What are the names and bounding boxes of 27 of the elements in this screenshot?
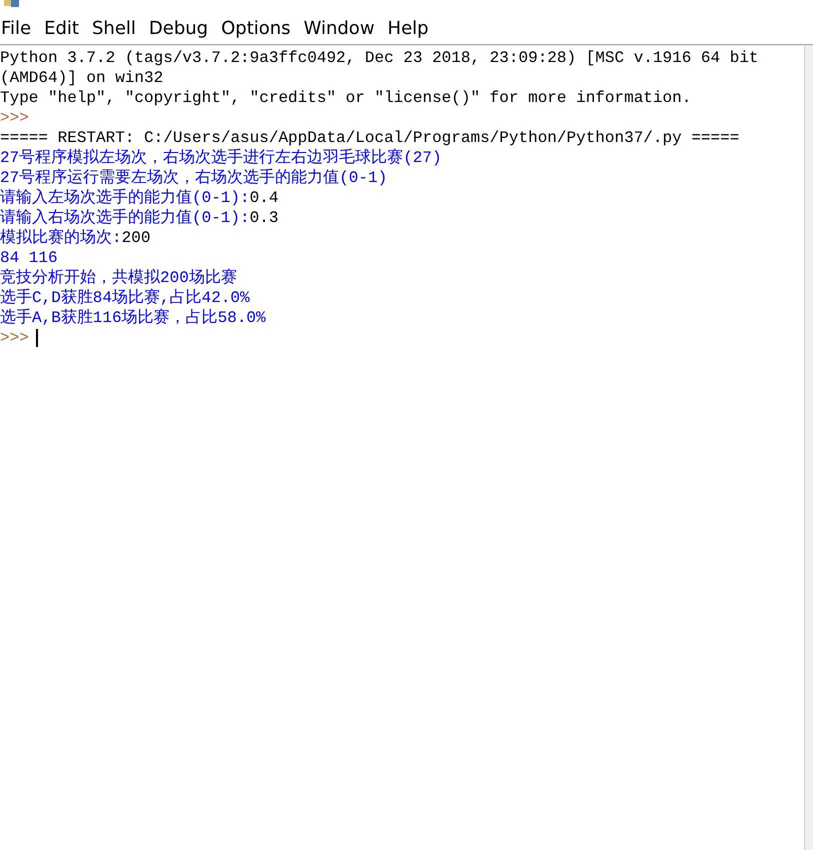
- app-icon: [3, 0, 21, 8]
- shell-line: Type "help", "copyright", "credits" or "license()" for more information.: [0, 88, 692, 108]
- menu-item[interactable]: Debug: [148, 18, 210, 38]
- shell-line: 模拟比赛的场次:: [0, 228, 122, 248]
- scrollbar[interactable]: [805, 46, 813, 850]
- shell-line: 请输入右场次选手的能力值(0-1):: [0, 208, 250, 228]
- shell-line: 选手C,D获胜84场比赛,占比42.0%: [0, 288, 250, 308]
- shell-line: ===== RESTART: C:/Users/asus/AppData/Local/Programs/Python/Python37/.py =====: [0, 128, 740, 148]
- menu-item[interactable]: Edit: [43, 18, 80, 38]
- typed-text: 0.4: [250, 188, 278, 208]
- menu-item[interactable]: Options: [220, 18, 292, 38]
- shell-line: 请输入左场次选手的能力值(0-1):: [0, 188, 250, 208]
- menu-item[interactable]: Shell: [90, 18, 137, 38]
- shell-line: Python 3.7.2 (tags/v3.7.2:9a3ffc0492, Dec 23 2018, 23:09:28) [MSC v.1916 64 bit: [0, 48, 759, 68]
- shell-line: 竞技分析开始，共模拟200场比赛: [0, 268, 237, 288]
- shell-prompt: >>>: [0, 108, 29, 128]
- shell-line: 选手A,B获胜116场比赛，占比58.0%: [0, 308, 266, 328]
- menu-item[interactable]: File: [0, 18, 32, 38]
- typed-text: 0.3: [250, 208, 278, 228]
- typed-text: 200: [122, 228, 150, 248]
- menu-item[interactable]: Window: [302, 18, 376, 38]
- shell-prompt: >>>: [0, 328, 29, 348]
- menu-item[interactable]: Help: [386, 18, 430, 38]
- shell-line: 84 116: [0, 248, 58, 268]
- shell-line: (AMD64)] on win32: [0, 68, 164, 88]
- shell-line: 27号程序模拟左场次，右场次选手进行左右边羽毛球比赛(27): [0, 148, 442, 168]
- shell-line: 27号程序运行需要左场次，右场次选手的能力值(0-1): [0, 168, 388, 188]
